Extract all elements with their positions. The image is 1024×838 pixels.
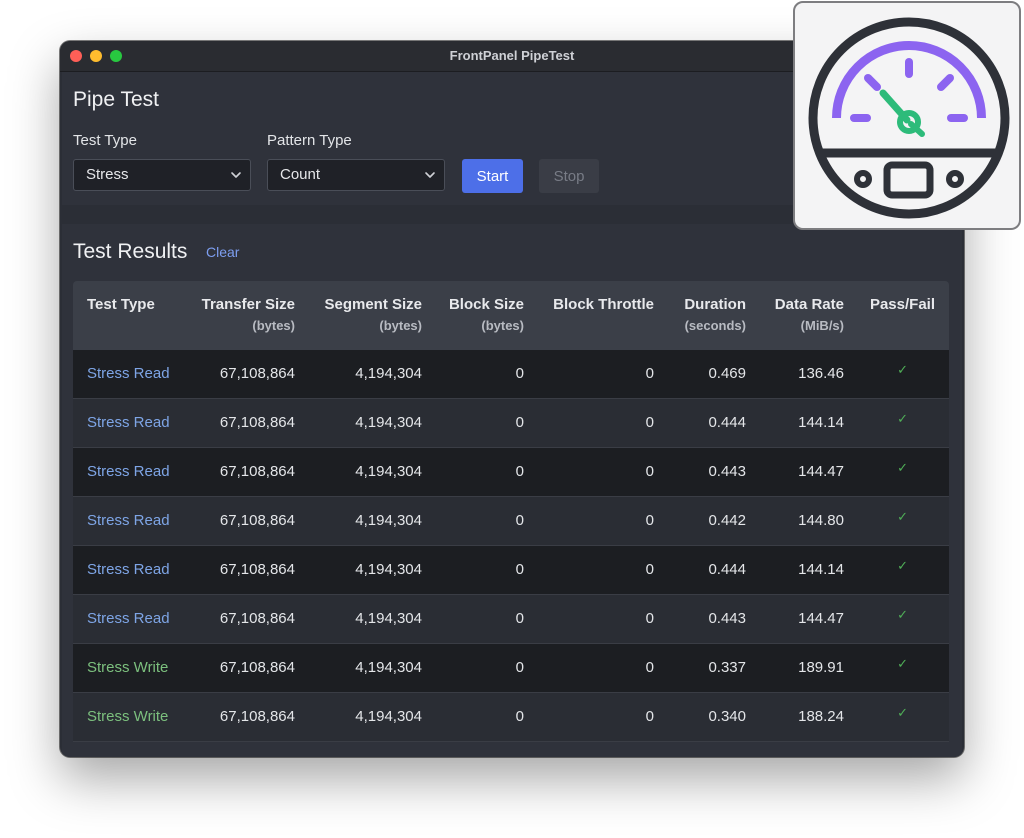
pass-check-icon: ✓ — [897, 705, 908, 720]
cell-block-size: 0 — [515, 659, 524, 676]
table-row: Stress Read 67,108,864 4,194,304 0 0 0.442 144… — [73, 497, 949, 546]
cell-block-size: 0 — [515, 561, 524, 578]
cell-duration: 0.443 — [708, 463, 746, 480]
cell-transfer-size: 67,108,864 — [219, 365, 295, 382]
chevron-down-icon — [231, 172, 241, 178]
cell-transfer-size: 67,108,864 — [219, 414, 295, 431]
cell-test-type[interactable]: Stress Read — [87, 463, 170, 480]
test-type-value: Stress — [86, 166, 129, 183]
cell-duration: 0.340 — [708, 708, 746, 725]
column-header-data-rate: Data Rate (MiB/s) — [774, 296, 844, 333]
cell-block-throttle: 0 — [645, 512, 654, 529]
cell-test-type[interactable]: Stress Write — [87, 708, 168, 725]
cell-block-size: 0 — [515, 414, 524, 431]
cell-block-size: 0 — [515, 708, 524, 725]
cell-block-throttle: 0 — [645, 463, 654, 480]
pass-check-icon: ✓ — [897, 509, 908, 524]
cell-segment-size: 4,194,304 — [355, 414, 422, 431]
cell-duration: 0.444 — [708, 414, 746, 431]
cell-transfer-size: 67,108,864 — [219, 610, 295, 627]
cell-block-size: 0 — [515, 365, 524, 382]
test-type-select[interactable]: Stress — [73, 159, 251, 191]
cell-data-rate: 144.80 — [798, 512, 844, 529]
cell-block-throttle: 0 — [645, 708, 654, 725]
cell-block-size: 0 — [515, 610, 524, 627]
cell-data-rate: 136.46 — [798, 365, 844, 382]
cell-duration: 0.443 — [708, 610, 746, 627]
pattern-type-label: Pattern Type — [267, 132, 352, 149]
table-row: Stress Write 67,108,864 4,194,304 0 0 0.340 18… — [73, 693, 949, 742]
cell-block-size: 0 — [515, 512, 524, 529]
pass-check-icon: ✓ — [897, 558, 908, 573]
cell-block-throttle: 0 — [645, 610, 654, 627]
stop-button[interactable]: Stop — [539, 159, 599, 193]
cell-segment-size: 4,194,304 — [355, 659, 422, 676]
cell-data-rate: 144.14 — [798, 561, 844, 578]
start-button[interactable]: Start — [462, 159, 523, 193]
speedometer-icon — [808, 17, 1010, 219]
results-table: Test Type Transfer Size (bytes) Segment S… — [73, 281, 949, 742]
cell-segment-size: 4,194,304 — [355, 561, 422, 578]
cell-duration: 0.469 — [708, 365, 746, 382]
pass-check-icon: ✓ — [897, 362, 908, 377]
chevron-down-icon — [425, 172, 435, 178]
cell-block-throttle: 0 — [645, 561, 654, 578]
test-results-panel: Test Results Clear Test Type Transfer Si… — [62, 224, 962, 757]
pass-check-icon: ✓ — [897, 607, 908, 622]
pass-check-icon: ✓ — [897, 656, 908, 671]
column-header-transfer-size: Transfer Size (bytes) — [201, 296, 295, 333]
cell-segment-size: 4,194,304 — [355, 708, 422, 725]
table-header: Test Type Transfer Size (bytes) Segment S… — [73, 281, 949, 350]
cell-test-type[interactable]: Stress Read — [87, 414, 170, 431]
cell-transfer-size: 67,108,864 — [219, 561, 295, 578]
cell-transfer-size: 67,108,864 — [219, 512, 295, 529]
cell-data-rate: 144.47 — [798, 610, 844, 627]
clear-button[interactable]: Clear — [206, 244, 239, 260]
column-header-duration: Duration (seconds) — [684, 296, 746, 333]
cell-data-rate: 144.47 — [798, 463, 844, 480]
cell-segment-size: 4,194,304 — [355, 365, 422, 382]
cell-data-rate: 188.24 — [798, 708, 844, 725]
cell-segment-size: 4,194,304 — [355, 463, 422, 480]
cell-duration: 0.444 — [708, 561, 746, 578]
cell-duration: 0.337 — [708, 659, 746, 676]
column-header-block-size: Block Size (bytes) — [448, 296, 524, 333]
table-row: Stress Read 67,108,864 4,194,304 0 0 0.469 136… — [73, 350, 949, 399]
cell-data-rate: 189.91 — [798, 659, 844, 676]
pass-check-icon: ✓ — [897, 411, 908, 426]
app-icon-card — [793, 1, 1021, 230]
pipe-test-heading: Pipe Test — [73, 88, 159, 111]
cell-transfer-size: 67,108,864 — [219, 463, 295, 480]
cell-block-throttle: 0 — [645, 365, 654, 382]
pattern-type-value: Count — [280, 166, 321, 183]
table-row: Stress Read 67,108,864 4,194,304 0 0 0.444 144… — [73, 399, 949, 448]
table-row: Stress Read 67,108,864 4,194,304 0 0 0.444 144… — [73, 546, 949, 595]
pass-check-icon: ✓ — [897, 460, 908, 475]
cell-test-type[interactable]: Stress Read — [87, 365, 170, 382]
column-header-pass-fail: Pass/Fail — [869, 296, 935, 313]
cell-test-type[interactable]: Stress Write — [87, 659, 168, 676]
table-row: Stress Read 67,108,864 4,194,304 0 0 0.443 144… — [73, 595, 949, 644]
cell-block-throttle: 0 — [645, 414, 654, 431]
cell-transfer-size: 67,108,864 — [219, 659, 295, 676]
cell-duration: 0.442 — [708, 512, 746, 529]
cell-data-rate: 144.14 — [798, 414, 844, 431]
column-header-test-type: Test Type — [87, 296, 155, 313]
cell-test-type[interactable]: Stress Read — [87, 512, 170, 529]
column-header-block-throttle: Block Throttle — [553, 296, 654, 313]
cell-block-throttle: 0 — [645, 659, 654, 676]
test-type-label: Test Type — [73, 132, 137, 149]
cell-test-type[interactable]: Stress Read — [87, 561, 170, 578]
table-body: Stress Read 67,108,864 4,194,304 0 0 0.469 136… — [73, 350, 949, 742]
cell-segment-size: 4,194,304 — [355, 610, 422, 627]
table-row: Stress Write 67,108,864 4,194,304 0 0 0.337 18… — [73, 644, 949, 693]
table-row: Stress Read 67,108,864 4,194,304 0 0 0.443 144… — [73, 448, 949, 497]
cell-segment-size: 4,194,304 — [355, 512, 422, 529]
pattern-type-select[interactable]: Count — [267, 159, 445, 191]
column-header-segment-size: Segment Size (bytes) — [324, 296, 422, 333]
test-results-heading: Test Results — [73, 240, 188, 263]
cell-test-type[interactable]: Stress Read — [87, 610, 170, 627]
cell-transfer-size: 67,108,864 — [219, 708, 295, 725]
cell-block-size: 0 — [515, 463, 524, 480]
